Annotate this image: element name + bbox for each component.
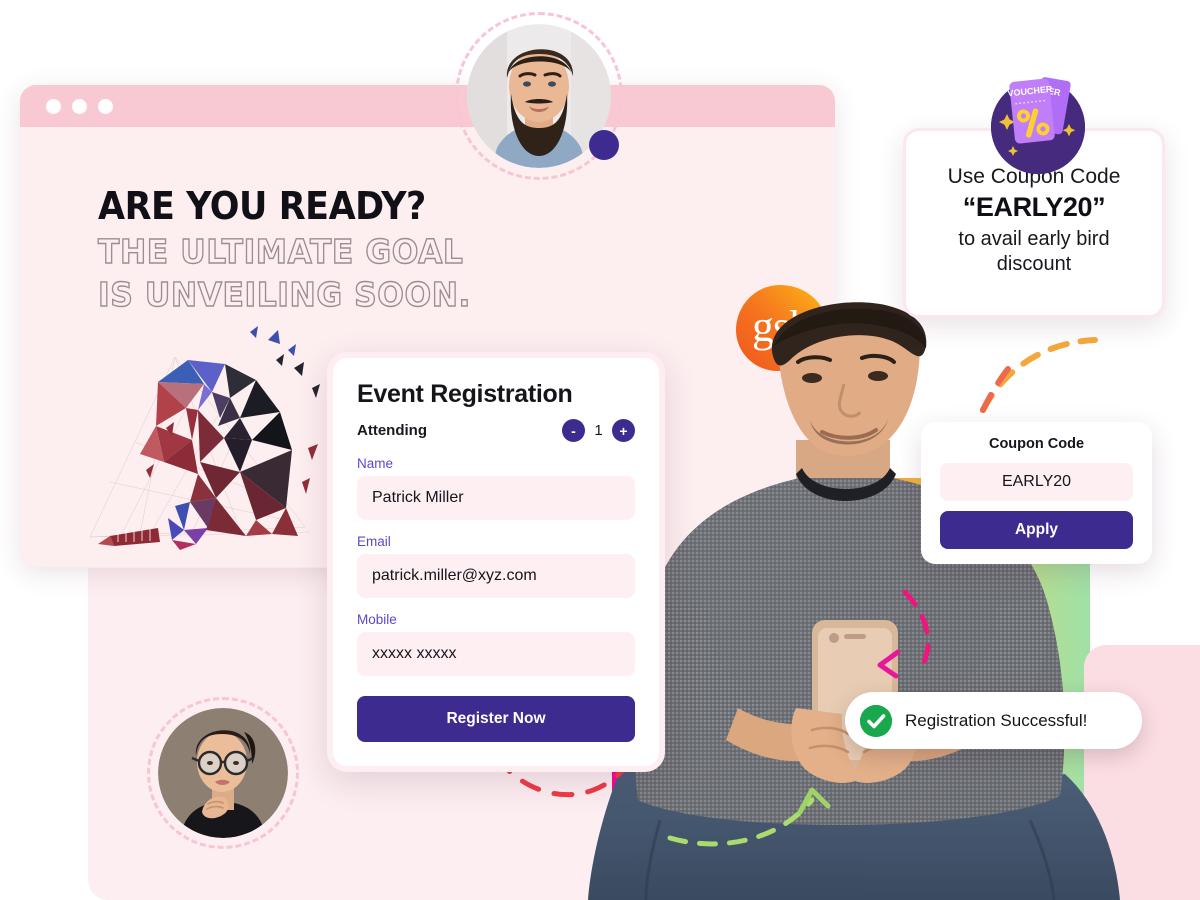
email-label: Email <box>357 534 391 549</box>
window-dot-close[interactable] <box>46 98 61 114</box>
mobile-input[interactable] <box>357 632 635 676</box>
registration-success-toast: Registration Successful! <box>845 692 1142 749</box>
coupon-code-title: Coupon Code <box>988 436 1085 452</box>
coupon-code-input[interactable] <box>940 463 1133 501</box>
avatar-status-dot <box>589 130 619 160</box>
hero-subheading-line-2: IS UNVEILING SOON. <box>97 274 472 314</box>
coupon-apply-card: Coupon Code Apply <box>921 422 1152 564</box>
attending-row: Attending - 1 + <box>357 419 635 442</box>
avatar-photo <box>158 708 288 838</box>
mobile-label: Mobile <box>357 612 397 627</box>
apply-coupon-button[interactable]: Apply <box>940 511 1133 549</box>
form-title: Event Registration <box>357 380 573 408</box>
avatar-bearded-man[interactable] <box>455 12 623 180</box>
attending-label: Attending <box>357 422 427 439</box>
window-dot-maximize[interactable] <box>98 98 113 114</box>
toast-message: Registration Successful! <box>905 710 1088 730</box>
name-label: Name <box>357 456 394 471</box>
attending-stepper: - 1 + <box>562 419 635 442</box>
hero-subheading-line-1: THE ULTIMATE GOAL <box>97 231 464 271</box>
register-now-button[interactable]: Register Now <box>357 696 635 742</box>
voucher-percent-icon: ER VOUCHER <box>991 77 1085 174</box>
decrement-button[interactable]: - <box>562 419 585 442</box>
increment-button[interactable]: + <box>612 419 635 442</box>
name-input[interactable] <box>357 476 635 520</box>
hero-heading: ARE YOU READY? <box>98 184 426 228</box>
attending-count: 1 <box>594 422 603 439</box>
avatar-woman-glasses[interactable] <box>147 697 299 849</box>
window-dot-minimize[interactable] <box>72 98 87 114</box>
promo-coupon-code: “EARLY20” <box>962 192 1106 223</box>
email-input[interactable] <box>357 554 635 598</box>
composite-canvas: ARE YOU READY? THE ULTIMATE GOAL IS UNVE… <box>0 0 1200 900</box>
check-circle-icon <box>860 704 892 737</box>
promo-line-2: to avail early bird discount <box>958 228 1110 276</box>
event-registration-card: Event Registration Attending - 1 + Name … <box>327 352 665 772</box>
browser-titlebar <box>20 85 835 127</box>
